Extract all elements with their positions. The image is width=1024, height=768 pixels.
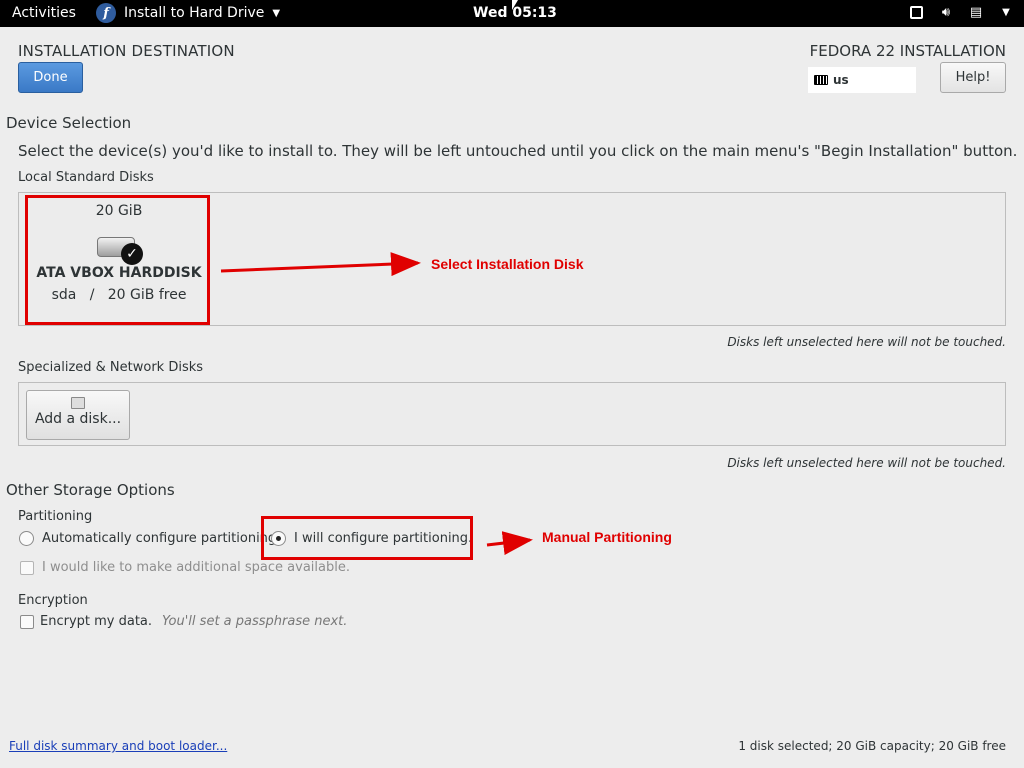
partition-annotation-label: Manual Partitioning (542, 529, 672, 545)
disk-arrow (220, 252, 421, 277)
annotation-arrows (220, 252, 533, 556)
disk-annotation-label: Select Installation Disk (431, 256, 584, 272)
partition-arrow (486, 531, 533, 556)
